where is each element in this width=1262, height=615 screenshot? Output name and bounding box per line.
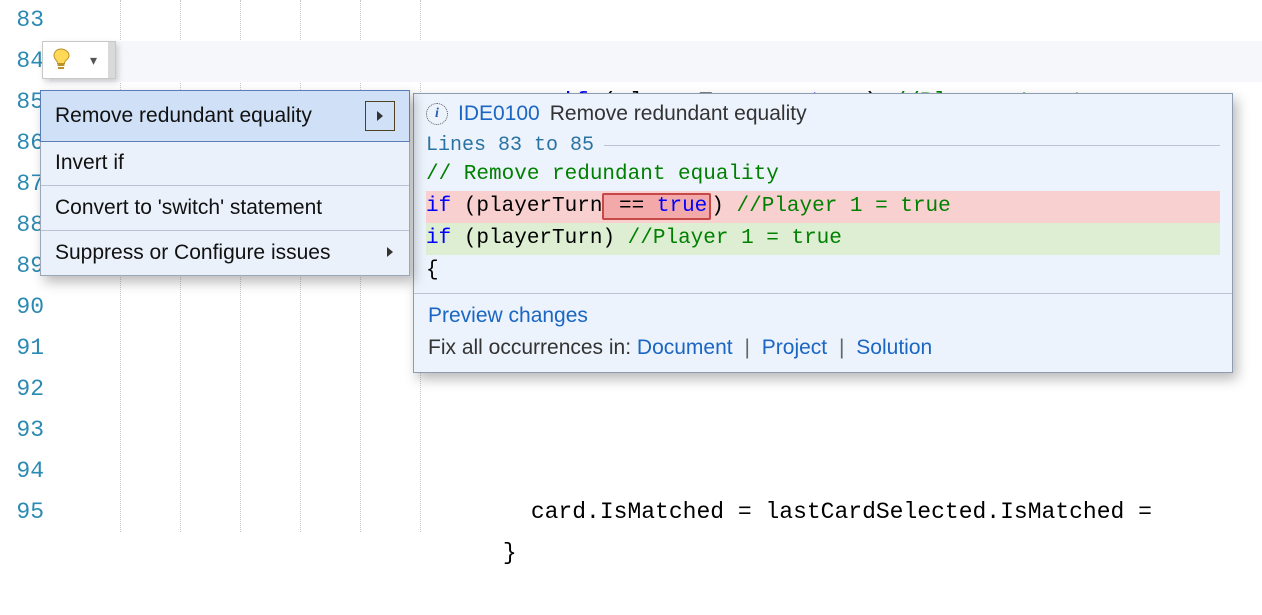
quick-actions-lightbulb[interactable]: ▾ [42, 41, 116, 79]
diff-removed-line: if (playerTurn == true) //Player 1 = tru… [426, 191, 1220, 223]
fix-all-solution-link[interactable]: Solution [856, 336, 932, 359]
diff-view: // Remove redundant equality if (playerT… [414, 159, 1232, 293]
line-number: 94 [0, 451, 50, 492]
code-line-84[interactable]: if (playerTurn == true) //Player 1 = tru… [50, 41, 1262, 82]
preview-footer: Preview changes Fix all occurrences in: … [414, 293, 1232, 372]
diff-context-line: // Remove redundant equality [426, 159, 1220, 191]
preview-changes-link[interactable]: Preview changes [428, 304, 1218, 328]
line-number: 93 [0, 410, 50, 451]
line-number: 90 [0, 287, 50, 328]
menu-item-suppress-configure[interactable]: Suppress or Configure issues [41, 231, 409, 275]
diagnostic-description: Remove redundant equality [550, 102, 807, 126]
fix-all-row: Fix all occurrences in: Document | Proje… [428, 336, 1218, 360]
diff-context-line: { [426, 255, 1220, 287]
preview-header: i IDE0100 Remove redundant equality [414, 94, 1232, 134]
chevron-down-icon: ▾ [79, 52, 108, 69]
code-fix-preview-panel: i IDE0100 Remove redundant equality Line… [413, 93, 1233, 373]
line-number: 83 [0, 0, 50, 41]
fix-all-document-link[interactable]: Document [637, 336, 733, 359]
info-icon: i [426, 103, 448, 125]
grip-bar [108, 42, 115, 78]
preview-line-range: Lines 83 to 85 [414, 134, 1232, 159]
code-line-94[interactable]: } [50, 492, 1262, 533]
diagnostic-id: IDE0100 [458, 102, 540, 126]
chevron-right-icon [365, 101, 395, 131]
lightbulb-icon [43, 48, 79, 72]
fix-all-project-link[interactable]: Project [762, 336, 827, 359]
menu-item-remove-redundant-equality[interactable]: Remove redundant equality [40, 90, 410, 142]
code-line-93[interactable]: card.IsMatched = lastCardSelected.IsMatc… [50, 451, 1262, 492]
code-line-83[interactable]: // Remove redundant equality [50, 0, 1262, 41]
chevron-right-icon [385, 246, 395, 261]
menu-item-invert-if[interactable]: Invert if [41, 141, 409, 185]
line-number: 91 [0, 328, 50, 369]
quick-actions-menu: Remove redundant equality Invert if Conv… [40, 90, 410, 276]
menu-item-convert-to-switch[interactable]: Convert to 'switch' statement [41, 186, 409, 230]
line-number: 92 [0, 369, 50, 410]
line-number: 95 [0, 492, 50, 533]
diff-added-line: if (playerTurn) //Player 1 = true [426, 223, 1220, 255]
